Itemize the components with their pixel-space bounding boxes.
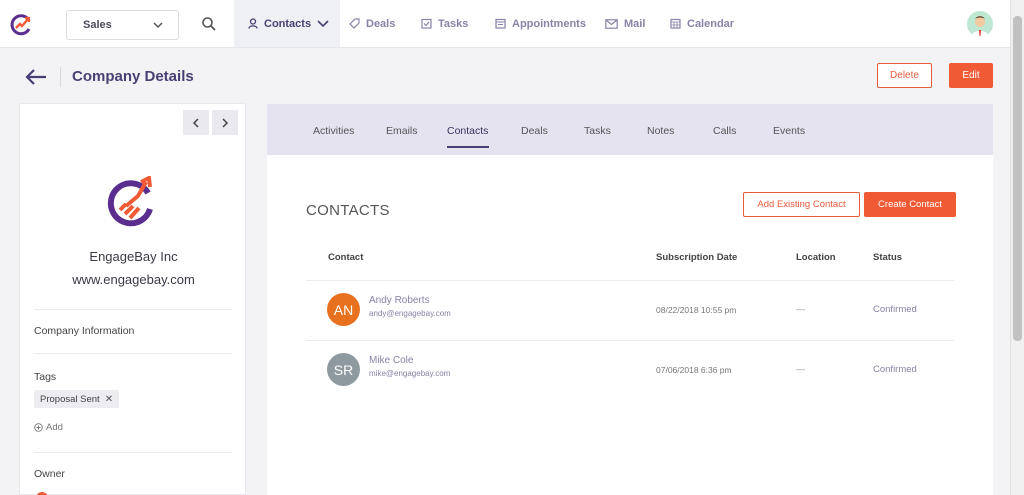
company-logo-icon bbox=[107, 176, 153, 227]
subscription-date: 08/22/2018 10:55 pm bbox=[656, 305, 737, 315]
nav-calendar-label: Calendar bbox=[687, 17, 735, 30]
add-tag-link[interactable]: Add bbox=[34, 422, 63, 433]
divider bbox=[34, 353, 232, 354]
chevron-left-icon bbox=[192, 117, 199, 128]
user-avatar-icon bbox=[967, 11, 993, 37]
nav-calendar[interactable]: Calendar bbox=[670, 0, 734, 47]
tag-chip: Proposal Sent ✕ bbox=[34, 390, 120, 408]
company-name: EngageBay Inc bbox=[89, 249, 178, 264]
nav-appointments[interactable]: Appointments bbox=[495, 0, 586, 47]
column-header-location[interactable]: Location bbox=[796, 252, 836, 263]
contact-avatar: AN bbox=[327, 293, 360, 326]
pipeline-select[interactable]: Sales bbox=[66, 10, 179, 40]
task-icon bbox=[421, 18, 432, 29]
company-detail-panel: Activities Emails Contacts Deals Tasks N… bbox=[267, 104, 993, 495]
page-title: Company Details bbox=[72, 68, 194, 85]
contact-email: andy@engagebay.com bbox=[369, 309, 451, 318]
tags-heading: Tags bbox=[34, 371, 57, 383]
divider bbox=[34, 309, 232, 310]
company-website-link[interactable]: www.engagebay.com bbox=[20, 272, 247, 287]
tab-calls[interactable]: Calls bbox=[713, 125, 736, 137]
table-row[interactable]: SR Mike Cole mike@engagebay.com 07/06/20… bbox=[306, 340, 954, 400]
nav-deals-label: Deals bbox=[366, 17, 396, 30]
previous-record-button[interactable] bbox=[183, 110, 209, 135]
remove-tag-icon[interactable]: ✕ bbox=[105, 394, 113, 405]
nav-mail-label: Mail bbox=[624, 17, 646, 30]
edit-button[interactable]: Edit bbox=[949, 63, 993, 88]
column-header-contact[interactable]: Contact bbox=[328, 252, 363, 263]
chevron-down-icon bbox=[317, 19, 329, 27]
scrollbar-thumb[interactable] bbox=[1013, 16, 1022, 341]
engagebay-logo-icon[interactable] bbox=[8, 12, 34, 38]
tab-tasks[interactable]: Tasks bbox=[584, 125, 611, 137]
calendar-icon bbox=[670, 18, 681, 29]
tab-contacts[interactable]: Contacts bbox=[447, 125, 488, 137]
tab-deals[interactable]: Deals bbox=[521, 125, 548, 137]
contact-name[interactable]: Andy Roberts bbox=[369, 295, 430, 306]
add-circle-icon bbox=[34, 423, 43, 432]
divider bbox=[34, 452, 232, 453]
contact-email: mike@engagebay.com bbox=[369, 369, 451, 378]
tab-activities[interactable]: Activities bbox=[313, 125, 354, 137]
column-header-status[interactable]: Status bbox=[873, 252, 902, 263]
next-record-button[interactable] bbox=[212, 110, 238, 135]
page-scrollbar[interactable] bbox=[1010, 0, 1024, 495]
tab-events[interactable]: Events bbox=[773, 125, 805, 137]
status-badge: Confirmed bbox=[873, 364, 917, 375]
location: — bbox=[796, 364, 805, 374]
chevron-down-icon bbox=[153, 22, 163, 29]
back-arrow-icon[interactable] bbox=[25, 67, 47, 87]
nav-contacts-label: Contacts bbox=[264, 17, 312, 30]
subscription-date: 07/06/2018 6:36 pm bbox=[656, 365, 732, 375]
create-contact-button[interactable]: Create Contact bbox=[864, 192, 956, 217]
top-navbar: Sales Contacts Deals Tasks Appointments … bbox=[0, 0, 1010, 48]
mail-icon bbox=[605, 18, 618, 29]
delete-button[interactable]: Delete bbox=[877, 63, 932, 88]
owner-heading: Owner bbox=[34, 468, 65, 480]
user-avatar[interactable] bbox=[967, 11, 993, 37]
company-information-heading[interactable]: Company Information bbox=[34, 325, 134, 337]
chevron-right-icon bbox=[222, 117, 229, 128]
nav-deals[interactable]: Deals bbox=[349, 0, 395, 47]
tag-icon bbox=[349, 18, 360, 29]
contact-name[interactable]: Mike Cole bbox=[369, 355, 413, 366]
tab-notes[interactable]: Notes bbox=[647, 125, 674, 137]
user-icon bbox=[248, 18, 258, 29]
nav-tasks-label: Tasks bbox=[438, 17, 469, 30]
add-tag-label: Add bbox=[46, 422, 63, 433]
title-divider bbox=[60, 67, 61, 87]
pipeline-select-value: Sales bbox=[83, 19, 112, 31]
nav-contacts[interactable]: Contacts bbox=[234, 0, 341, 47]
tab-emails[interactable]: Emails bbox=[386, 125, 418, 137]
detail-tabs: Activities Emails Contacts Deals Tasks N… bbox=[267, 104, 993, 155]
nav-mail[interactable]: Mail bbox=[605, 0, 645, 47]
column-header-subscription-date[interactable]: Subscription Date bbox=[656, 252, 737, 263]
nav-appointments-label: Appointments bbox=[512, 17, 586, 30]
contact-avatar: SR bbox=[327, 353, 360, 386]
add-existing-contact-button[interactable]: Add Existing Contact bbox=[743, 192, 860, 217]
appointments-icon bbox=[495, 18, 506, 29]
tag-chip-label: Proposal Sent bbox=[40, 393, 100, 405]
active-tab-indicator bbox=[447, 146, 489, 148]
company-card: EngageBay Inc www.engagebay.com Company … bbox=[19, 103, 246, 495]
nav-tasks[interactable]: Tasks bbox=[421, 0, 468, 47]
location: — bbox=[796, 304, 805, 314]
contacts-section-title: CONTACTS bbox=[306, 202, 390, 219]
search-icon[interactable] bbox=[201, 16, 217, 32]
status-badge: Confirmed bbox=[873, 304, 917, 315]
table-row[interactable]: AN Andy Roberts andy@engagebay.com 08/22… bbox=[306, 280, 954, 340]
